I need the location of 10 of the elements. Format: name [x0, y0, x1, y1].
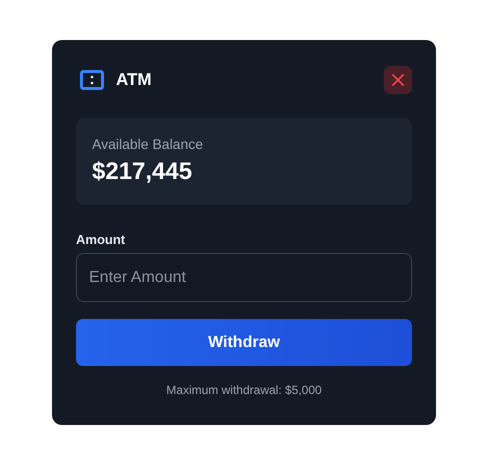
window-title: ATM	[116, 70, 153, 90]
balance-label: Available Balance	[92, 136, 204, 152]
withdraw-button[interactable]: Withdraw	[76, 319, 412, 366]
close-button[interactable]	[384, 66, 412, 94]
close-icon	[391, 73, 405, 87]
withdrawal-limit-note: Maximum withdrawal: $5,000	[165, 383, 323, 397]
amount-label: Amount	[76, 232, 126, 247]
amount-field[interactable]: Enter Amount	[76, 253, 412, 302]
balance-amount: $217,445	[92, 158, 194, 186]
atm-icon	[80, 70, 104, 90]
